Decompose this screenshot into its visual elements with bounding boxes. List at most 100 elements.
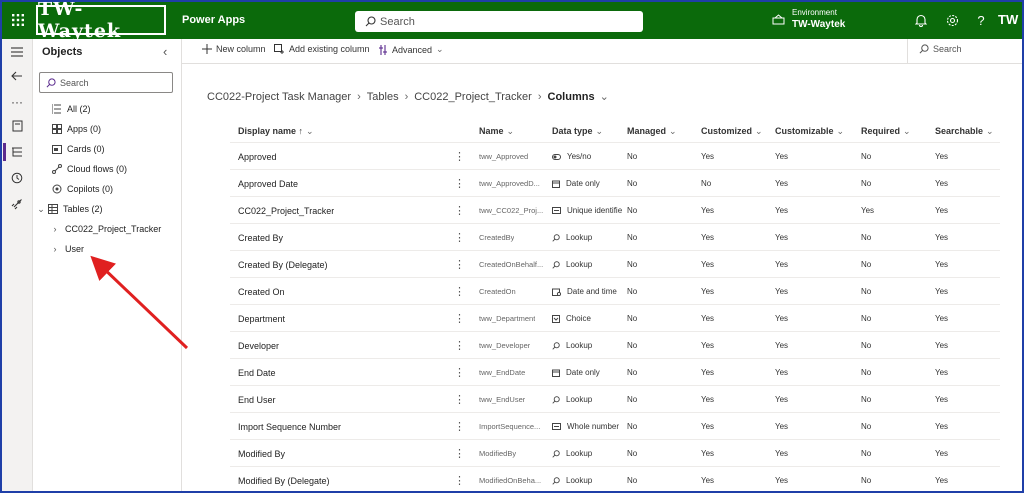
chevron-down-icon[interactable]: ⌄	[35, 204, 47, 215]
table-row[interactable]: Developer ⋮ tww_Developer Lookup No Yes Yes No Y…	[230, 331, 1000, 359]
table-row[interactable]: Department ⋮ tww_Department Choice No Yes Yes N…	[230, 304, 1000, 332]
table-icon	[47, 203, 59, 215]
tree-item-label: Tables	[63, 204, 90, 214]
cell-name-text: tww_Developer	[479, 341, 531, 350]
cell-display-name-text: Approved	[238, 151, 277, 162]
cell-data-type: Whole number	[552, 413, 619, 440]
collapse-panel-icon[interactable]: ‹	[163, 44, 167, 59]
advanced-menu-button[interactable]: Advanced ⌄	[378, 44, 444, 55]
row-more-icon[interactable]: ⋮	[454, 467, 465, 491]
cell-required: Yes	[861, 197, 874, 224]
grid-search-input[interactable]: Search	[919, 44, 962, 54]
header-display-name[interactable]: Display name ↑ ⌄	[238, 120, 314, 142]
table-row[interactable]: End Date ⋮ tww_EndDate Date only No Yes Yes No Y…	[230, 358, 1000, 386]
history-icon[interactable]	[8, 169, 26, 187]
tree-item-cards[interactable]: Cards (0)	[33, 141, 105, 157]
header-searchable[interactable]: Searchable ⌄	[935, 120, 994, 142]
tree-item-table-cc022[interactable]: › CC022_Project_Tracker	[49, 221, 162, 237]
row-more-icon[interactable]: ⋮	[454, 305, 465, 332]
rocket-icon[interactable]	[8, 195, 26, 213]
header-customized[interactable]: Customized ⌄	[701, 120, 763, 142]
row-more-icon[interactable]: ⋮	[454, 386, 465, 413]
table-row[interactable]: CC022_Project_Tracker ⋮ tww_CC022_Proj... U…	[230, 196, 1000, 224]
cell-customizable: Yes	[775, 197, 788, 224]
row-more-icon[interactable]: ⋮	[454, 197, 465, 224]
new-column-button[interactable]: New column	[202, 44, 266, 54]
tree-item-cloud-flows[interactable]: Cloud flows (0)	[33, 161, 127, 177]
table-row[interactable]: Approved ⋮ tww_Approved Yes/no No Yes Yes No Yes	[230, 142, 1000, 170]
row-more-icon[interactable]: ⋮	[454, 224, 465, 251]
table-row[interactable]: Approved Date ⋮ tww_ApprovedD... Date only N…	[230, 169, 1000, 197]
cell-display-name-text: End User	[238, 394, 276, 405]
tree-item-label: Cloud flows	[67, 164, 114, 174]
breadcrumb-table[interactable]: CC022_Project_Tracker	[414, 91, 532, 103]
table-row[interactable]: Modified By ⋮ ModifiedBy Lookup No Yes Yes No Ye…	[230, 439, 1000, 467]
advanced-label: Advanced	[392, 44, 433, 55]
tree-item-label: CC022_Project_Tracker	[65, 224, 162, 234]
row-more-icon[interactable]: ⋮	[454, 251, 465, 278]
tree-item-table-user[interactable]: › User	[49, 241, 85, 257]
header-managed[interactable]: Managed ⌄	[627, 120, 677, 142]
row-more-icon[interactable]: ⋮	[454, 143, 465, 170]
cell-display-name-text: Modified By (Delegate)	[238, 475, 330, 486]
header-label: Customizable	[775, 126, 834, 136]
avatar[interactable]: TW	[998, 12, 1018, 27]
header-required[interactable]: Required ⌄	[861, 120, 911, 142]
table-row[interactable]: Created On ⋮ CreatedOn Date and time No Yes Ye…	[230, 277, 1000, 305]
chevron-right-icon[interactable]: ›	[49, 244, 61, 254]
header-name[interactable]: Name ⌄	[479, 120, 514, 142]
hamburger-icon[interactable]	[8, 43, 26, 61]
table-row[interactable]: End User ⋮ tww_EndUser Lookup No Yes Yes No Yes	[230, 385, 1000, 413]
notifications-icon[interactable]	[913, 12, 929, 28]
cell-customized: Yes	[701, 359, 714, 386]
table-row[interactable]: Modified By (Delegate) ⋮ ModifiedOnBeha...…	[230, 466, 1000, 491]
tree-item-copilots[interactable]: Copilots (0)	[33, 181, 113, 197]
header-data-type[interactable]: Data type ⌄	[552, 120, 603, 142]
tree-item-label: Copilots	[67, 184, 100, 194]
cell-managed-text: No	[627, 449, 638, 458]
table-row[interactable]: Created By (Delegate) ⋮ CreatedOnBehalf...…	[230, 250, 1000, 278]
header-label: Searchable	[935, 126, 984, 136]
row-more-icon[interactable]: ⋮	[454, 413, 465, 440]
breadcrumb-current[interactable]: Columns	[548, 91, 595, 103]
add-existing-column-button[interactable]: Add existing column	[274, 44, 370, 54]
table-row[interactable]: Created By ⋮ CreatedBy Lookup No Yes Yes No Yes	[230, 223, 1000, 251]
chevron-down-icon: ⌄	[755, 125, 763, 136]
cell-display-name: Department	[238, 305, 285, 332]
more-icon[interactable]: ···	[8, 93, 26, 111]
pages-icon[interactable]	[8, 117, 26, 135]
tree-item-tables[interactable]: ⌄ Tables (2)	[33, 201, 103, 217]
settings-icon[interactable]	[944, 12, 960, 28]
chevron-down-icon[interactable]: ⌄	[600, 90, 609, 103]
row-more-icon[interactable]: ⋮	[454, 278, 465, 305]
breadcrumb-solution[interactable]: CC022-Project Task Manager	[207, 91, 351, 103]
tree-item-all[interactable]: All (2)	[33, 101, 91, 117]
row-more-icon[interactable]: ⋮	[454, 359, 465, 386]
cell-managed: No	[627, 170, 637, 197]
cell-searchable: Yes	[935, 467, 948, 491]
objects-tree-icon[interactable]	[8, 143, 26, 161]
cell-customized-text: Yes	[701, 341, 715, 350]
add-column-icon	[274, 44, 284, 54]
breadcrumb-tables[interactable]: Tables	[367, 91, 399, 103]
cell-required: No	[861, 278, 871, 305]
chevron-right-icon[interactable]: ›	[49, 224, 61, 234]
back-arrow-icon[interactable]	[8, 67, 26, 85]
global-search-input[interactable]: Search	[355, 11, 643, 32]
cell-managed: No	[627, 386, 637, 413]
row-more-icon[interactable]: ⋮	[454, 440, 465, 467]
header-customizable[interactable]: Customizable ⌄	[775, 120, 844, 142]
cell-managed: No	[627, 440, 637, 467]
objects-search-input[interactable]: Search	[39, 72, 173, 93]
cell-customizable-text: Yes	[775, 395, 789, 404]
row-more-icon[interactable]: ⋮	[454, 170, 465, 197]
row-more-icon[interactable]: ⋮	[454, 332, 465, 359]
header-label: Customized	[701, 126, 753, 136]
cell-searchable: Yes	[935, 278, 948, 305]
table-row[interactable]: Import Sequence Number ⋮ ImportSequence...…	[230, 412, 1000, 440]
help-icon[interactable]: ?	[973, 12, 989, 28]
cell-customized-text: Yes	[701, 395, 715, 404]
app-name[interactable]: Power Apps	[182, 14, 245, 26]
waffle-icon[interactable]	[6, 8, 30, 32]
tree-item-apps[interactable]: Apps (0)	[33, 121, 101, 137]
